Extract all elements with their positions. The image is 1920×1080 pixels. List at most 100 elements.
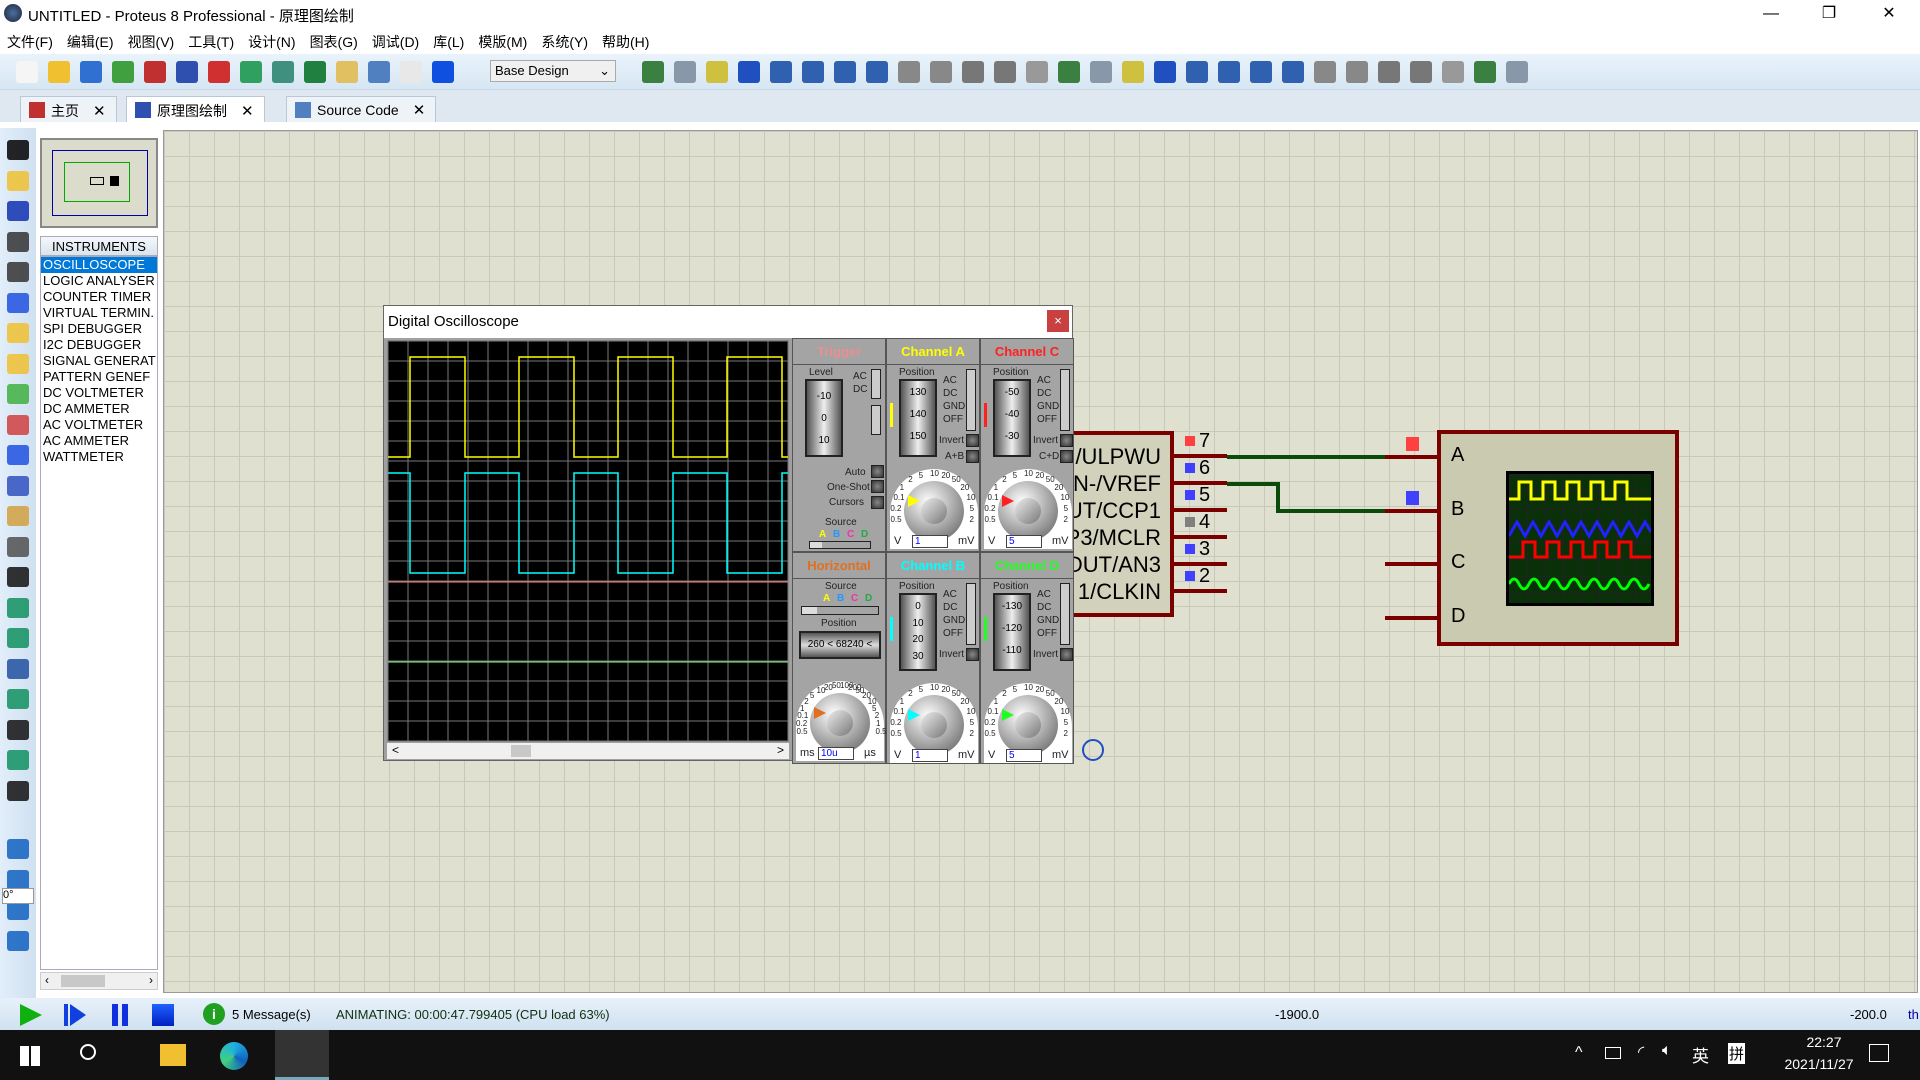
battery-icon[interactable] [1605,1047,1621,1059]
info-icon[interactable]: i [203,1003,225,1025]
play-button[interactable] [20,1004,42,1026]
units-indicator[interactable]: th [1908,1007,1919,1022]
position-arrow-icon[interactable] [984,403,990,427]
coupling-switch[interactable] [966,583,976,645]
dial-scale-label: 0.1 [893,706,905,716]
wifi-icon[interactable]: ◜ [1638,1042,1644,1062]
oscilloscope-close-button[interactable]: × [1047,310,1069,332]
coupling-switch[interactable] [1060,583,1070,645]
source-option[interactable]: A [819,529,826,540]
ime-language[interactable]: 英 [1692,1042,1709,1067]
clock-time[interactable]: 22:27 [1784,1034,1864,1050]
source-option[interactable]: C [847,529,854,540]
volume-icon[interactable]: 🔈︎ [1662,1042,1672,1060]
trigger-coupling-switch[interactable] [871,369,881,399]
step-button[interactable] [64,1004,68,1026]
horizontal-position-readout[interactable]: 260 < 68240 < [799,631,881,659]
rotary-knob[interactable] [810,693,870,753]
drum-tick-label: 130 [909,387,927,398]
rotary-knob[interactable] [904,481,964,541]
source-label: Source [825,581,857,592]
position-drum[interactable]: 130 140 150 [899,379,937,457]
proteus-taskbar-icon[interactable] [275,1030,329,1080]
scroll-thumb[interactable] [511,745,531,757]
dial-scale-label: 1 [993,483,999,493]
coupling-mode-label: AC [943,375,957,386]
invert-button[interactable] [1060,648,1073,661]
file-explorer-icon[interactable] [160,1044,186,1066]
source-option[interactable]: D [865,593,872,604]
wire-a[interactable] [1227,455,1385,459]
value-field[interactable]: 1 [912,749,948,762]
drum-tick-label: 10 [912,617,924,629]
add-channels-button[interactable] [1060,450,1073,463]
dial-scale-label: 0.2 [984,503,996,513]
oscilloscope-title-bar[interactable]: Digital Oscilloscope [384,306,1072,338]
messages-count[interactable]: 5 Message(s) [232,1007,311,1022]
dial-scale-label: 1 [899,697,905,707]
scroll-left-icon[interactable]: < [392,743,399,757]
show-hidden-icons[interactable]: ^ [1575,1044,1583,1062]
invert-button[interactable] [1060,434,1073,447]
wire-b[interactable] [1227,482,1279,486]
trigger-source-slider[interactable] [809,541,871,549]
wire-b[interactable] [1276,509,1385,513]
dial-scale-label: 10 [966,492,976,502]
pin-state-marker [1185,517,1195,527]
edge-browser-icon[interactable] [220,1042,248,1070]
scroll-right-icon[interactable]: > [777,743,784,757]
invert-button[interactable] [966,434,979,447]
pause-button[interactable] [112,1004,128,1026]
source-option[interactable]: A [823,593,830,604]
position-drum[interactable]: -130 -120 -110 [993,593,1031,671]
value-field[interactable]: 1 [912,535,948,548]
coupling-mode-label: AC [1037,589,1051,600]
source-option[interactable]: C [851,593,858,604]
volts-div-dial[interactable]: 0.5 0.2 0.1 1 2 5 10 20 50 20 10 5 2 VmV 5 [984,683,1072,763]
value-field[interactable]: 5 [1006,749,1042,762]
rotary-knob[interactable] [998,481,1058,541]
value-field[interactable]: 5 [1006,535,1042,548]
clock-date[interactable]: 2021/11/27 [1764,1056,1874,1072]
coupling-switch[interactable] [966,369,976,431]
coupling-switch[interactable] [1060,369,1070,431]
notifications-icon[interactable] [1869,1044,1889,1062]
stop-button[interactable] [152,1004,174,1026]
oscilloscope-window[interactable]: Digital Oscilloscope × < > Trigger Level -… [383,305,1074,764]
source-option[interactable]: D [861,529,868,540]
coupling-mode-label: DC [1037,388,1052,399]
search-icon[interactable] [80,1044,96,1060]
trigger-level-drum[interactable]: -10 0 10 [805,379,843,457]
auto-button[interactable] [871,465,884,478]
source-option[interactable]: B [833,529,840,540]
pin-number: 6 [1199,457,1211,479]
position-arrow-icon[interactable] [984,617,990,641]
one-shot-button[interactable] [871,480,884,493]
position-arrow-icon[interactable] [890,403,896,427]
drum-tick-label: 10 [818,435,830,446]
pin-number: 2 [1199,565,1211,587]
invert-button[interactable] [966,648,979,661]
rotary-knob[interactable] [998,695,1058,755]
dial-scale-label: 0.5 [890,729,902,739]
cursors-button[interactable] [871,496,884,509]
horizontal-source-slider[interactable] [801,606,879,615]
unit-left: V [894,749,902,761]
display-scrollbar[interactable]: < > [387,743,789,759]
position-drum[interactable]: 0 10 20 30 [899,593,937,671]
volts-div-dial[interactable]: 0.5 0.2 0.1 1 2 5 10 20 50 20 10 5 2 VmV 1 [890,469,978,549]
volts-div-dial[interactable]: 0.5 0.2 0.1 1 2 5 10 20 50 100 200 50 20 10 5 2 1 0.5 ms µs… [796,681,887,761]
channel-header: Channel B [887,553,979,579]
position-arrow-icon[interactable] [890,617,896,641]
volts-div-dial[interactable]: 0.5 0.2 0.1 1 2 5 10 20 50 20 10 5 2 VmV 1 [890,683,978,763]
windows-start-icon[interactable] [20,1046,40,1066]
source-option[interactable]: B [837,593,844,604]
add-channels-button[interactable] [966,450,979,463]
volts-div-dial[interactable]: 0.5 0.2 0.1 1 2 5 10 20 50 20 10 5 2 VmV 5 [984,469,1072,549]
rotary-knob[interactable] [904,695,964,755]
dial-scale-label: 2 [969,515,974,525]
position-drum[interactable]: -50 -40 -30 [993,379,1031,457]
ime-mode[interactable]: 拼 [1728,1043,1746,1064]
value-field[interactable]: 10u [818,747,854,760]
trigger-edge-switch[interactable] [871,405,881,435]
